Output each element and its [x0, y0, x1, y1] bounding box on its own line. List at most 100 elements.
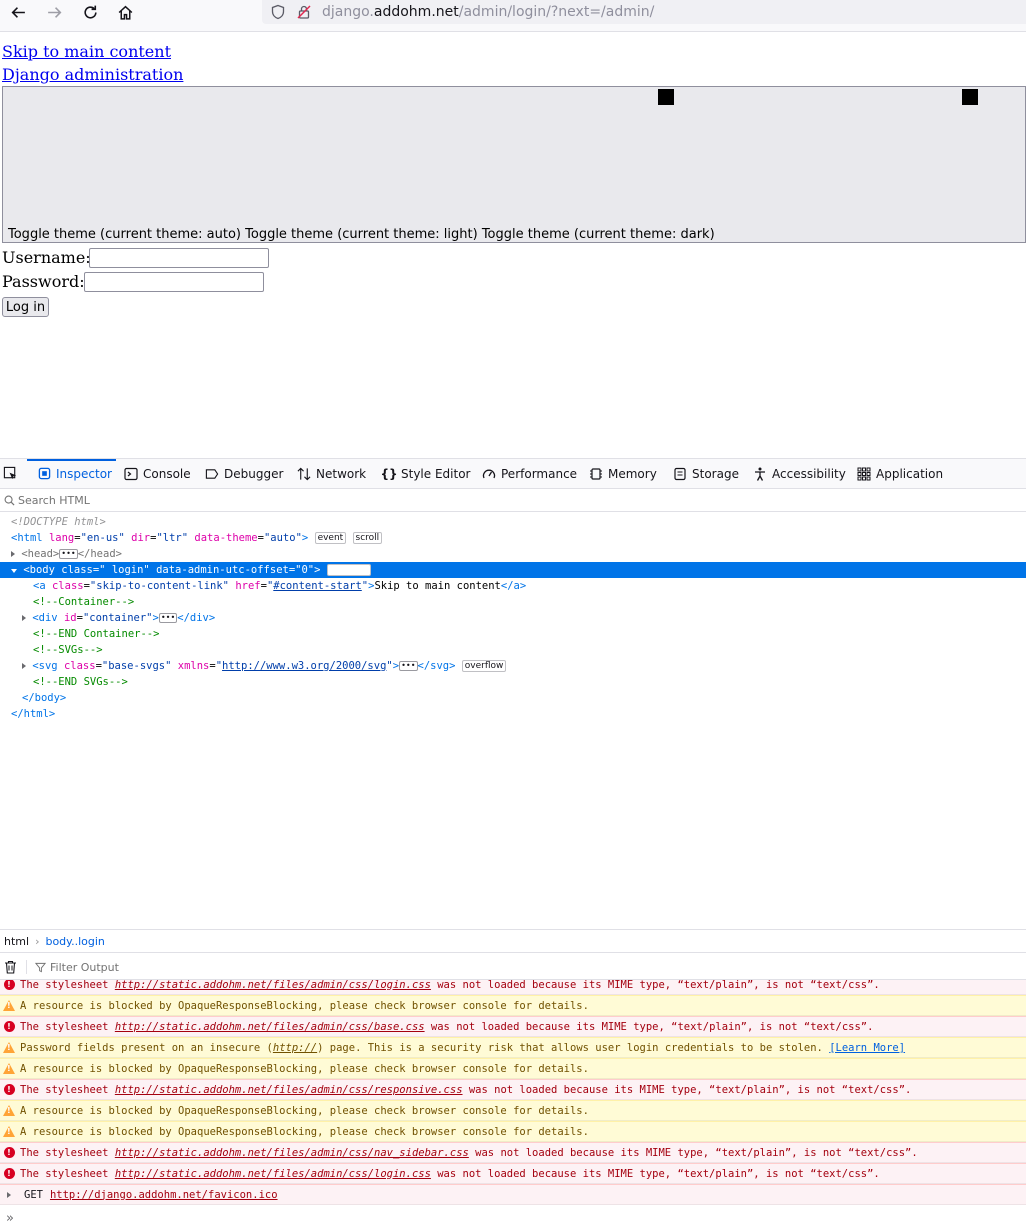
console-error-row[interactable]: ! The stylesheet http://static.addohm.net… — [0, 1079, 1026, 1100]
breadcrumb-item-body[interactable]: body..login — [45, 935, 104, 948]
overflow-badge[interactable]: overflow — [461, 660, 507, 672]
console-warning-row[interactable]: A resource is blocked by OpaqueResponseB… — [0, 1100, 1026, 1121]
site-title-link[interactable]: Django administration — [2, 65, 183, 84]
console-link[interactable]: http://static.addohm.net/files/admin/css… — [115, 1021, 425, 1033]
tab-console[interactable]: Console — [124, 459, 191, 488]
console-error-row[interactable]: ! The stylesheet http://static.addohm.net… — [0, 980, 1026, 995]
browser-toolbar: django.addohm.net/admin/login/?next=/adm… — [0, 0, 1026, 32]
username-input[interactable] — [89, 248, 269, 268]
search-html-input[interactable]: Search HTML — [0, 489, 1026, 512]
debugger-icon — [205, 467, 219, 481]
shield-icon[interactable] — [270, 4, 286, 20]
tab-inspector[interactable]: Inspector — [37, 459, 112, 488]
console-link[interactable]: http:// — [273, 1042, 317, 1054]
console-warning-row[interactable]: Password fields present on an insecure (… — [0, 1037, 1026, 1058]
error-icon: ! — [0, 1168, 18, 1179]
filter-output-input[interactable]: Filter Output — [50, 961, 119, 974]
event-badge[interactable]: event — [314, 532, 347, 544]
console-warning-row[interactable]: A resource is blocked by OpaqueResponseB… — [0, 1121, 1026, 1142]
markup-html-close[interactable]: </html> — [11, 706, 55, 722]
password-input[interactable] — [84, 272, 264, 292]
markup-body-selected[interactable]: <body class=" login" data-admin-utc-offs… — [0, 562, 1026, 578]
theme-toggle-button[interactable] — [2, 86, 1026, 243]
element-picker-icon[interactable] — [3, 459, 18, 488]
learn-more-link[interactable]: [Learn More] — [829, 1042, 905, 1054]
expand-triangle-icon[interactable] — [0, 1191, 18, 1198]
console-error-row[interactable]: ! The stylesheet http://static.addohm.net… — [0, 1142, 1026, 1163]
url-text: django.addohm.net/admin/login/?next=/adm… — [322, 4, 655, 20]
console-link[interactable]: http://static.addohm.net/files/admin/css… — [115, 980, 431, 991]
markup-comment[interactable]: <!--END SVGs--> — [33, 674, 128, 690]
trash-icon[interactable] — [4, 960, 17, 974]
console-link[interactable]: http://static.addohm.net/files/admin/css… — [115, 1168, 431, 1180]
console-message-text: The stylesheet http://static.addohm.net/… — [20, 980, 880, 991]
console-network-row[interactable]: GET http://django.addohm.net/favicon.ico — [0, 1184, 1026, 1205]
login-button[interactable]: Log in — [2, 297, 49, 317]
tab-performance[interactable]: Performance — [482, 459, 577, 488]
back-arrow-icon[interactable] — [6, 0, 30, 24]
markup-comment[interactable]: <!--Container--> — [33, 594, 134, 610]
markup-skip-link[interactable]: <a class="skip-to-content-link" href="#c… — [33, 578, 526, 594]
console-error-row[interactable]: ! The stylesheet http://static.addohm.net… — [0, 1163, 1026, 1184]
collapse-triangle-icon[interactable] — [11, 569, 17, 573]
markup-div-container[interactable]: <div id="container"> ••• </div> — [22, 610, 215, 626]
console-link[interactable]: http://static.addohm.net/files/admin/css… — [115, 1147, 469, 1159]
console-message-text: The stylesheet http://static.addohm.net/… — [20, 1167, 880, 1180]
application-icon — [857, 467, 871, 481]
console-message-text: A resource is blocked by OpaqueResponseB… — [20, 1125, 589, 1138]
performance-icon — [482, 467, 496, 481]
username-label: Username: — [2, 248, 91, 267]
markup-comment[interactable]: <!--END Container--> — [33, 626, 159, 642]
overflow-badge[interactable]: overflow — [326, 564, 372, 576]
markup-html-open[interactable]: <html lang="en-us" dir="ltr" data-theme=… — [11, 530, 383, 546]
breadcrumb-item-html[interactable]: html — [4, 935, 29, 948]
markup-body-close[interactable]: </body> — [22, 690, 66, 706]
request-url-link[interactable]: http://django.addohm.net/favicon.ico — [50, 1189, 278, 1201]
url-bar[interactable]: django.addohm.net/admin/login/?next=/adm… — [262, 0, 1026, 24]
markup-doctype[interactable]: <!DOCTYPE html> — [11, 514, 106, 530]
console-error-row[interactable]: ! The stylesheet http://static.addohm.net… — [0, 1016, 1026, 1037]
console-icon — [124, 467, 138, 481]
console-message-text: A resource is blocked by OpaqueResponseB… — [20, 1104, 589, 1117]
markup-comment[interactable]: <!--SVGs--> — [33, 642, 103, 658]
warning-icon — [0, 1042, 18, 1053]
home-icon[interactable] — [113, 0, 137, 24]
console-message-text: A resource is blocked by OpaqueResponseB… — [20, 999, 589, 1012]
warning-icon — [0, 1000, 18, 1011]
network-icon — [297, 467, 311, 481]
scroll-badge[interactable]: scroll — [352, 532, 383, 544]
tab-storage[interactable]: Storage — [673, 459, 739, 488]
ellipsis-icon[interactable]: ••• — [59, 549, 78, 559]
ellipsis-icon[interactable]: ••• — [158, 613, 178, 623]
tab-style-editor[interactable]: {} Style Editor — [380, 459, 470, 488]
markup-head[interactable]: <head> ••• </head> — [11, 546, 122, 562]
markup-svg[interactable]: <svg class="base-svgs" xmlns="http://www… — [22, 658, 507, 674]
devtools-panel: Inspector Console Debugger Network {} St… — [0, 458, 1026, 1231]
warning-icon — [0, 1063, 18, 1074]
broken-svg-icon — [962, 89, 978, 105]
tab-network[interactable]: Network — [297, 459, 366, 488]
console-warning-row[interactable]: A resource is blocked by OpaqueResponseB… — [0, 995, 1026, 1016]
console-warning-row[interactable]: A resource is blocked by OpaqueResponseB… — [0, 1058, 1026, 1079]
skip-to-main-link[interactable]: Skip to main content — [2, 42, 171, 61]
tab-debugger[interactable]: Debugger — [205, 459, 283, 488]
accessibility-icon — [753, 467, 767, 481]
inspector-icon — [37, 467, 51, 481]
insecure-lock-icon[interactable] — [296, 4, 312, 20]
reload-icon[interactable] — [78, 0, 102, 24]
search-icon — [4, 495, 15, 506]
tab-application[interactable]: Application — [857, 459, 943, 488]
console-toolbar: Filter Output — [0, 955, 1026, 980]
tab-accessibility[interactable]: Accessibility — [753, 459, 846, 488]
console-message-text: A resource is blocked by OpaqueResponseB… — [20, 1062, 589, 1075]
warning-icon — [0, 1126, 18, 1137]
expand-triangle-icon[interactable] — [22, 615, 26, 621]
tab-memory[interactable]: Memory — [589, 459, 657, 488]
memory-icon — [589, 467, 603, 481]
console-input[interactable]: » — [0, 1208, 1026, 1229]
expand-triangle-icon[interactable] — [22, 663, 26, 669]
ellipsis-icon[interactable]: ••• — [399, 661, 418, 671]
console-link[interactable]: http://static.addohm.net/files/admin/css… — [115, 1084, 463, 1096]
forward-arrow-icon[interactable] — [42, 0, 66, 24]
expand-triangle-icon[interactable] — [11, 551, 15, 557]
